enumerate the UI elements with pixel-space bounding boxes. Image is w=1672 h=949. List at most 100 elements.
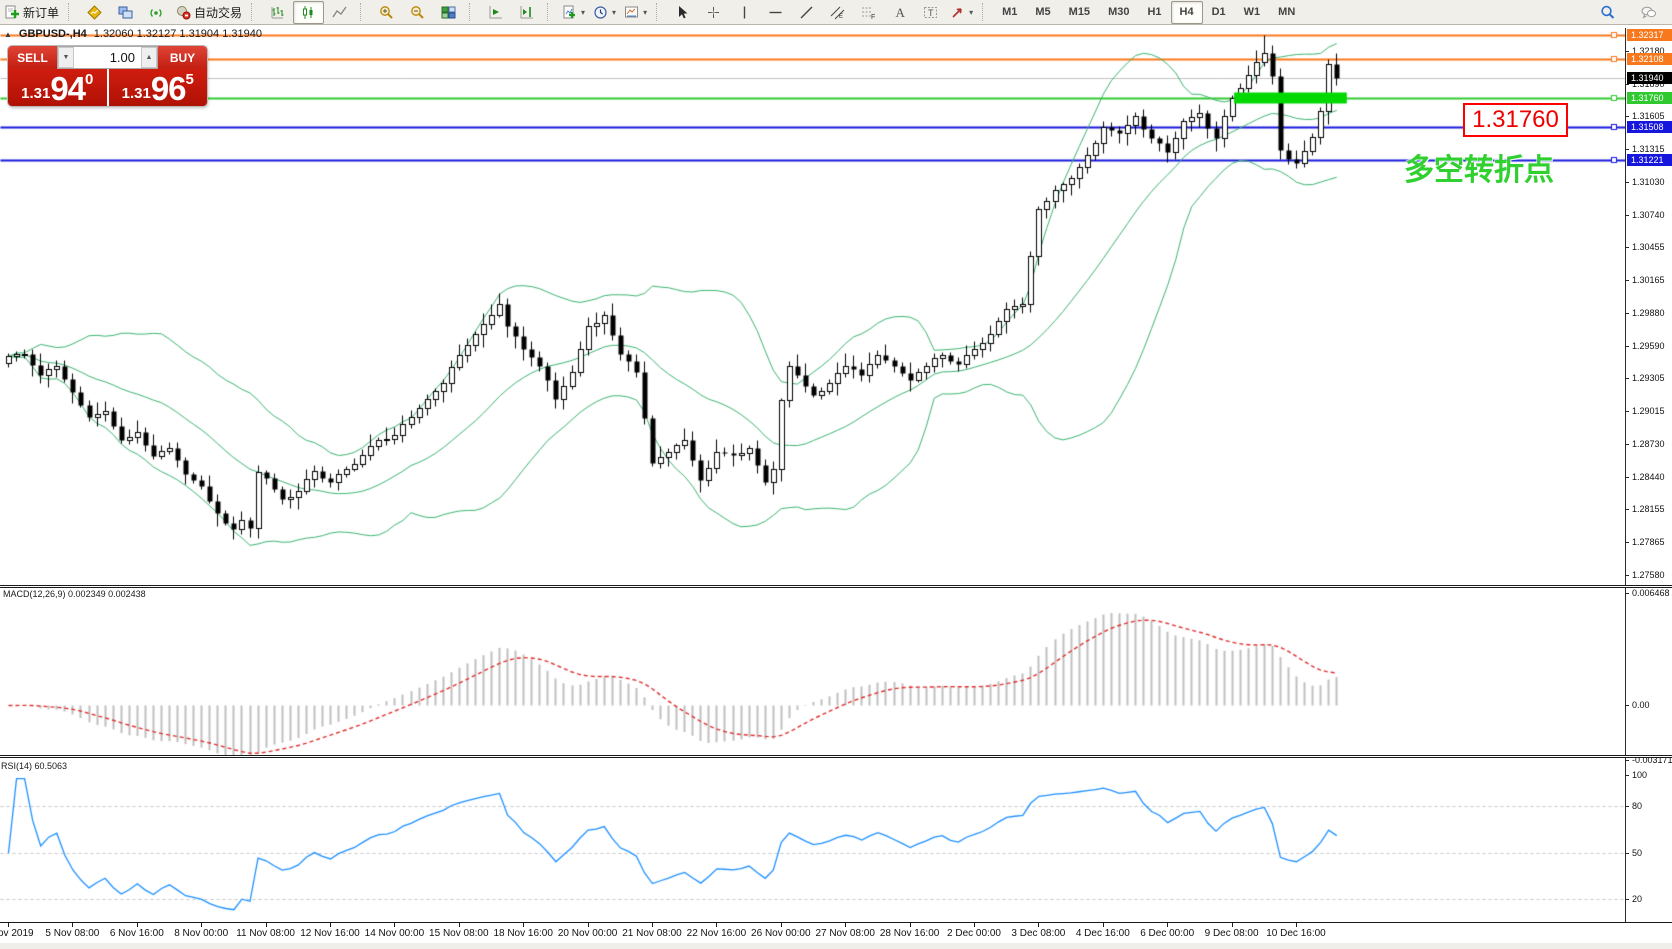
one-click-collapse-toggle[interactable]: ▲	[4, 30, 12, 39]
symbol-search-button[interactable]	[1592, 1, 1623, 24]
buy-button[interactable]: BUY	[158, 46, 207, 69]
label-button[interactable]: T	[915, 1, 946, 24]
volume-increase-button[interactable]: ▲	[141, 47, 157, 68]
text-button[interactable]: A	[884, 1, 915, 24]
volume-decrease-button[interactable]: ▼	[58, 47, 74, 68]
zoom-out-button[interactable]	[402, 1, 433, 24]
price-badge: 1.31940	[1627, 72, 1672, 84]
tile-windows-button[interactable]	[433, 1, 464, 24]
rsi-tick-mark	[1625, 899, 1629, 900]
tf-h1-button-label: H1	[1142, 6, 1166, 18]
periods-button[interactable]: ▾	[589, 1, 620, 24]
autotrading-button[interactable]: 自动交易	[172, 1, 246, 24]
tiles-icon	[441, 5, 456, 20]
candles-icon	[301, 5, 316, 20]
line-chart-button[interactable]	[324, 1, 355, 24]
trendline-button[interactable]	[791, 1, 822, 24]
time-axis-line	[0, 922, 1672, 923]
tf-h1-button[interactable]: H1	[1138, 1, 1170, 24]
price-tick-label: 1.30455	[1632, 242, 1665, 252]
rsi-tick-label: 50	[1632, 848, 1642, 858]
sell-button[interactable]: SELL	[8, 46, 57, 69]
template-icon	[624, 5, 639, 20]
price-axis[interactable]: 1.321801.318901.316051.313151.310301.307…	[1625, 28, 1672, 922]
toolbar-separator	[360, 3, 367, 21]
price-tick-label: 1.28730	[1632, 439, 1665, 449]
profiles-button[interactable]	[110, 1, 141, 24]
tf-w1-button[interactable]: W1	[1235, 1, 1270, 24]
date-tick-mark	[845, 923, 846, 927]
date-label: 10 Dec 16:00	[1266, 928, 1326, 939]
date-tick-mark	[974, 923, 975, 927]
ask-price-display[interactable]: 1.31 96 5	[109, 69, 208, 106]
date-label: 28 Nov 16:00	[880, 928, 940, 939]
panel-divider[interactable]	[0, 585, 1672, 588]
arrows-button[interactable]: ▾	[946, 1, 977, 24]
chart-shift-button[interactable]	[511, 1, 542, 24]
vline-button[interactable]	[729, 1, 760, 24]
tf-m1-button[interactable]: M1	[993, 1, 1026, 24]
bar-chart-button[interactable]	[262, 1, 293, 24]
tf-m5-button[interactable]: M5	[1026, 1, 1059, 24]
chat-icon	[1641, 5, 1656, 20]
signals-button[interactable]	[141, 1, 172, 24]
rsi-tick-mark	[1625, 853, 1629, 854]
indicators-button[interactable]: ▾	[558, 1, 589, 24]
crosshair-icon	[706, 5, 721, 20]
date-tick-mark	[1103, 923, 1104, 927]
date-label: 21 Nov 08:00	[622, 928, 682, 939]
zoom-in-button[interactable]	[371, 1, 402, 24]
cursor-button[interactable]	[667, 1, 698, 24]
tf-h4-button[interactable]: H4	[1171, 1, 1203, 24]
price-tick-label: 1.29590	[1632, 341, 1665, 351]
robot-icon	[176, 5, 191, 20]
hline-button[interactable]	[760, 1, 791, 24]
toolbar-group: ▾▾▾	[557, 0, 652, 24]
cursor-icon	[675, 5, 690, 20]
tf-mn-button-label: MN	[1273, 6, 1300, 18]
rsi-tick-mark	[1625, 775, 1629, 776]
line-chart-icon	[332, 5, 347, 20]
date-tick-mark	[137, 923, 138, 927]
vline-icon	[737, 5, 752, 20]
price-tick-mark	[1625, 149, 1629, 150]
tf-mn-button[interactable]: MN	[1269, 1, 1304, 24]
rsi-panel-canvas[interactable]	[0, 758, 1625, 922]
chat-button[interactable]	[1633, 1, 1664, 24]
ohlc-readout: 1.32060 1.32127 1.31904 1.31940	[94, 28, 262, 40]
candlestick-chart-button[interactable]	[293, 1, 324, 24]
channel-icon: E	[830, 5, 845, 20]
date-label: 6 Nov 16:00	[110, 928, 164, 939]
new-chart-button[interactable]	[79, 1, 110, 24]
main-chart-canvas[interactable]	[0, 28, 1625, 585]
macd-tick-label: 0.006468	[1632, 588, 1670, 598]
auto-scroll-button[interactable]	[480, 1, 511, 24]
price-tick-label: 1.29305	[1632, 373, 1665, 383]
fibonacci-button[interactable]: F	[853, 1, 884, 24]
price-tick-mark	[1625, 116, 1629, 117]
tf-d1-button-label: D1	[1207, 6, 1231, 18]
label-t-icon: T	[923, 5, 938, 20]
date-label: 8 Nov 00:00	[174, 928, 228, 939]
tf-m15-button[interactable]: M15	[1060, 1, 1099, 24]
toolbar-group: M1M5M15 M30 H1 H4 D1 W1MN	[992, 0, 1305, 24]
tf-m30-button[interactable]: M30	[1099, 1, 1138, 24]
price-tick-label: 1.28155	[1632, 504, 1665, 514]
macd-panel-canvas[interactable]	[0, 588, 1625, 755]
date-tick-mark	[1167, 923, 1168, 927]
channel-button[interactable]: E	[822, 1, 853, 24]
new-order-button[interactable]: 新订单	[1, 1, 63, 24]
macd-label: MACD(12,26,9) 0.002349 0.002438	[3, 589, 146, 599]
crosshair-button[interactable]	[698, 1, 729, 24]
tf-d1-button[interactable]: D1	[1203, 1, 1235, 24]
panel-divider[interactable]	[0, 755, 1672, 758]
price-tick-label: 1.27865	[1632, 537, 1665, 547]
tf-m30-button-label: M30	[1103, 6, 1134, 18]
date-label: 3 Dec 08:00	[1011, 928, 1065, 939]
volume-input[interactable]	[74, 47, 141, 68]
date-label: 18 Nov 16:00	[493, 928, 553, 939]
templates-button[interactable]: ▾	[620, 1, 651, 24]
bid-price-display[interactable]: 1.31 94 0	[8, 69, 107, 106]
price-tick-mark	[1625, 542, 1629, 543]
date-tick-mark	[781, 923, 782, 927]
